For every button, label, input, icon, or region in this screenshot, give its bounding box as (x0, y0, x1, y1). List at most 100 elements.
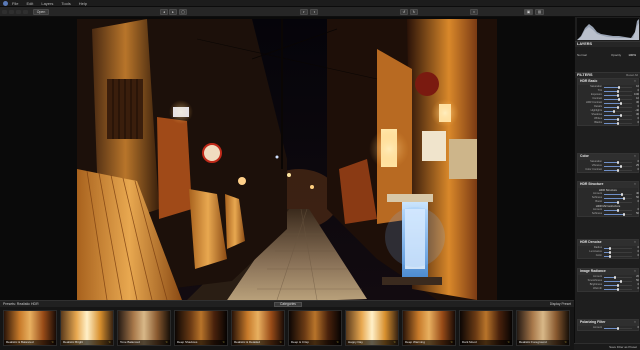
new-icon[interactable] (2, 10, 7, 14)
layout-single-icon[interactable]: ▣ (524, 9, 533, 15)
slider-handle[interactable] (608, 254, 611, 258)
slider-handle[interactable] (617, 168, 619, 172)
preview-icon[interactable]: ◑ (310, 9, 318, 15)
slider-track[interactable] (604, 164, 632, 168)
preset-thumbnail[interactable]: Deep Shadows ☆ (174, 310, 228, 346)
slider-track[interactable] (604, 160, 632, 164)
preset-thumbnail[interactable]: Dark Mood ☆ (459, 310, 513, 346)
slider-fill (604, 288, 618, 290)
slider-track[interactable] (604, 326, 632, 330)
preset-thumbnail[interactable]: Realistic & Balanced ☆ (3, 310, 57, 346)
slider-track[interactable] (604, 168, 632, 172)
preset-name: Realistic Bright (61, 340, 113, 345)
slider-track[interactable] (604, 97, 632, 101)
slider-track[interactable] (604, 287, 632, 291)
close-icon[interactable]: × (634, 269, 636, 274)
preset-thumbnail[interactable]: Realistic Foreground ☆ (516, 310, 570, 346)
slider-track[interactable] (604, 279, 632, 283)
close-icon[interactable]: × (634, 182, 636, 187)
rotate-left-icon[interactable]: ↺ (400, 9, 408, 15)
close-icon[interactable]: × (634, 320, 636, 325)
close-icon[interactable]: × (634, 154, 636, 159)
slider-track[interactable] (604, 212, 632, 216)
redo-icon[interactable] (23, 10, 28, 14)
undo-icon[interactable] (16, 10, 21, 14)
slider-value[interactable]: 0 (633, 200, 639, 204)
menu-layers[interactable]: Layers (41, 1, 53, 6)
favorite-star-icon[interactable]: ☆ (564, 340, 567, 344)
slider-track[interactable] (604, 85, 632, 89)
zoom-out-button[interactable]: ◂ (160, 9, 168, 15)
menu-file[interactable]: File (12, 1, 18, 6)
rotate-right-icon[interactable]: ↻ (410, 9, 418, 15)
toolbar: Open ◂ ▸ ▢ ◐ ◑ ↺ ↻ ⌗ ▣ ▥ (0, 7, 640, 17)
save-icon[interactable] (9, 10, 14, 14)
favorite-star-icon[interactable]: ☆ (108, 340, 111, 344)
favorite-star-icon[interactable]: ☆ (450, 340, 453, 344)
photo-night-alley (77, 19, 497, 300)
slider-track[interactable] (604, 105, 632, 109)
preset-thumbnail[interactable]: Deep & Crisp ☆ (288, 310, 342, 346)
fit-icon[interactable]: ▢ (179, 9, 187, 15)
slider-value[interactable]: 0 (633, 326, 639, 330)
slider-track[interactable] (604, 93, 632, 97)
slider-track[interactable] (604, 200, 632, 204)
slider-track[interactable] (604, 254, 632, 258)
favorite-star-icon[interactable]: ☆ (279, 340, 282, 344)
favorite-star-icon[interactable]: ☆ (222, 340, 225, 344)
favorite-star-icon[interactable]: ☆ (165, 340, 168, 344)
menu-tools[interactable]: Tools (61, 1, 70, 6)
slider-value[interactable]: 0 (633, 287, 639, 291)
zoom-in-button[interactable]: ▸ (169, 9, 177, 15)
compare-icon[interactable]: ◐ (300, 9, 308, 15)
slider-handle[interactable] (622, 212, 625, 216)
save-preset-button[interactable]: Save Filter as Preset (574, 343, 640, 350)
favorite-star-icon[interactable]: ☆ (336, 340, 339, 344)
menu-edit[interactable]: Edit (26, 1, 33, 6)
display-preset-toggle[interactable]: Display Preset (550, 302, 571, 306)
close-icon[interactable]: × (634, 240, 636, 245)
slider-value[interactable]: 50 (633, 212, 639, 216)
slider-track[interactable] (604, 283, 632, 287)
slider-track[interactable] (604, 113, 632, 117)
slider-track[interactable] (604, 109, 632, 113)
slider-track[interactable] (604, 275, 632, 279)
favorite-star-icon[interactable]: ☆ (51, 340, 54, 344)
crop-icon[interactable]: ⌗ (470, 9, 478, 15)
slider-fill (604, 284, 618, 286)
slider-value[interactable]: 0 (633, 121, 639, 125)
slider-handle[interactable] (617, 121, 619, 125)
slider-track[interactable] (604, 89, 632, 93)
slider-track[interactable] (604, 101, 632, 105)
preset-thumbnail[interactable]: Deep Warming ☆ (402, 310, 456, 346)
slider-handle[interactable] (617, 326, 619, 330)
close-icon[interactable]: × (634, 79, 636, 84)
slider-track[interactable] (604, 121, 632, 125)
opacity-value[interactable]: 100% (628, 53, 636, 57)
image-canvas[interactable] (0, 17, 574, 300)
slider-track[interactable] (604, 208, 632, 212)
preset-thumbnail[interactable]: Tone Balanced ☆ (117, 310, 171, 346)
open-button[interactable]: Open (33, 9, 49, 15)
layers-header[interactable]: LAYERS (575, 41, 640, 47)
slider-handle[interactable] (617, 200, 619, 204)
slider-track[interactable] (604, 246, 632, 250)
slider-handle[interactable] (617, 287, 619, 291)
preset-category-label[interactable]: Presets: Realistic HDR (3, 302, 39, 306)
favorite-star-icon[interactable]: ☆ (393, 340, 396, 344)
menu-help[interactable]: Help (79, 1, 87, 6)
preset-thumbnail[interactable]: Realistic & Detailed ☆ (231, 310, 285, 346)
filter-group: HDR Basic × Saturation 10 Tint 0 Exposure 0.00 C… (577, 78, 639, 126)
filter-group-header[interactable]: HDR Structure × (578, 182, 638, 188)
slider-value[interactable]: 0 (633, 168, 639, 172)
preset-thumbnail[interactable]: Realistic Bright ☆ (60, 310, 114, 346)
slider-track[interactable] (604, 117, 632, 121)
slider-track[interactable] (604, 192, 632, 196)
preset-thumbnail[interactable]: Happy Day ☆ (345, 310, 399, 346)
slider-track[interactable] (604, 196, 632, 200)
slider-track[interactable] (604, 250, 632, 254)
layout-split-icon[interactable]: ▥ (535, 9, 544, 15)
blend-mode-select[interactable]: Normal (577, 53, 587, 57)
slider-value[interactable]: 0 (633, 254, 639, 258)
favorite-star-icon[interactable]: ☆ (507, 340, 510, 344)
